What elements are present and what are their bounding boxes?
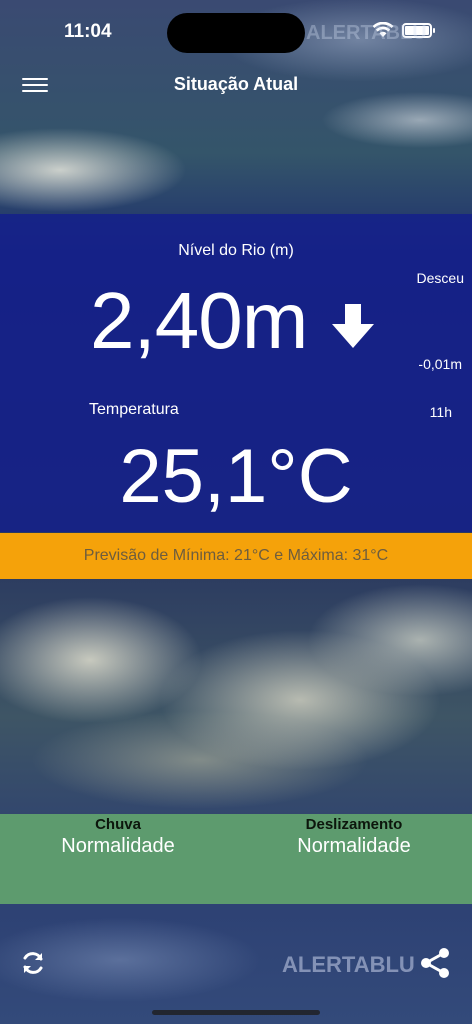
bottom-bar: ALERTABLU (0, 934, 472, 1024)
forecast-bar: Previsão de Mínima: 21°C e Máxima: 31°C (0, 533, 472, 579)
alerts-panel: Chuva Normalidade Deslizamento Normalida… (0, 814, 472, 904)
nav-bar: Situação Atual (0, 64, 472, 108)
share-icon[interactable] (418, 946, 452, 980)
page-title: Situação Atual (173, 74, 299, 94)
alert-rain[interactable]: Chuva Normalidade (0, 816, 236, 858)
reading-time: 11h (429, 404, 452, 420)
current-situation-panel: Nível do Rio (m) 2,40m Desceu -0,01m Tem… (0, 214, 472, 532)
alert-rain-status: Normalidade (61, 835, 175, 857)
temperature-label: Temperatura (89, 401, 179, 418)
down-arrow-icon (332, 304, 374, 348)
river-level-label: Nível do Rio (m) (178, 242, 294, 259)
temperature-value: 25,1°C (119, 434, 353, 519)
alert-landslide[interactable]: Deslizamento Normalidade (236, 816, 472, 858)
river-trend-label: Desceu (416, 270, 464, 286)
river-trend-delta: -0,01m (418, 356, 462, 372)
brand-logo-bottom: ALERTABLU (282, 952, 415, 977)
brand-watermark-top: ALERTABLU (306, 22, 427, 44)
alert-landslide-title: Deslizamento (305, 816, 403, 833)
river-level-value: 2,40m (90, 276, 308, 365)
refresh-icon[interactable] (20, 950, 46, 976)
alert-rain-title: Chuva (95, 816, 141, 833)
home-indicator (152, 1010, 320, 1015)
alert-landslide-status: Normalidade (297, 835, 411, 857)
dynamic-island (167, 13, 305, 53)
status-time: 11:04 (64, 21, 112, 42)
